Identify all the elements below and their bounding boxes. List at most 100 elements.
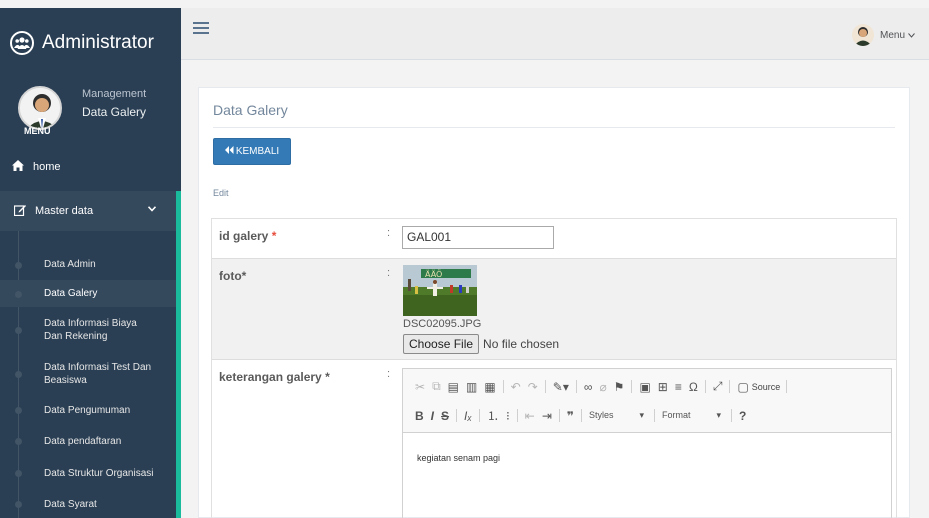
sidebar-item-label: Data Struktur Organisasi	[44, 467, 154, 479]
sidebar-item-data-syarat[interactable]: Data Syarat	[0, 489, 176, 518]
bold-icon[interactable]: B	[415, 409, 424, 423]
sidebar-item-data-pendaftaran[interactable]: Data pendaftaran	[0, 425, 176, 457]
current-file-name: DSC02095.JPG	[403, 318, 482, 330]
photo-thumbnail: ÄÄÖ	[403, 265, 477, 316]
horizontal-line-icon[interactable]: ≡	[675, 380, 682, 394]
outdent-icon[interactable]: ⇤	[525, 409, 535, 423]
editor-content[interactable]: kegiatan senam pagi	[403, 433, 891, 483]
bullet-icon	[15, 290, 22, 298]
users-icon	[10, 31, 34, 55]
sidebar-item-label: home	[33, 161, 61, 173]
link-icon[interactable]: ∞	[584, 380, 593, 394]
hamburger-icon[interactable]	[193, 22, 209, 34]
maximize-icon[interactable]: ⤢	[713, 379, 723, 394]
sidebar-item-label: Data Pengumuman	[44, 404, 131, 416]
italic-icon[interactable]: I	[431, 409, 434, 423]
sidebar-item-data-galery[interactable]: Data Galery	[0, 280, 176, 307]
file-status: No file chosen	[483, 337, 560, 351]
field-label: id galery *	[219, 229, 277, 243]
table-icon[interactable]: ⊞	[658, 380, 668, 394]
bullet-icon	[15, 371, 22, 378]
unlink-icon[interactable]: ⌀	[599, 380, 606, 394]
profile-name: Data Galery	[82, 105, 147, 119]
bullet-icon	[15, 501, 22, 508]
sidebar-item-label: Data Informasi Biaya Dan Rekening	[44, 318, 137, 342]
form-row-foto: foto* : ÄÄÖ DSC02095.JPG Choose File No …	[212, 259, 896, 360]
sidebar-item-master-data[interactable]: Master data	[0, 191, 181, 231]
chevron-down-icon	[147, 204, 157, 215]
double-left-icon	[224, 146, 234, 157]
toolbar-row-1: ✂ ⧉ ▤ ▥ ▦ ↶ ↷ ✎▾ ∞ ⌀ ⚑ ▣ ⊞ ≡ Ω ⤢ ▢ Sourc…	[415, 379, 794, 394]
styles-dropdown[interactable]: Styles ▾	[589, 410, 644, 421]
colon: :	[387, 267, 391, 279]
sidebar: Administrator MENU Management Data Galer…	[0, 8, 181, 518]
source-button[interactable]: Source	[752, 382, 781, 392]
menu-tag: MENU	[24, 126, 51, 136]
paste-text-icon[interactable]: ▥	[466, 380, 477, 394]
home-icon	[12, 160, 24, 174]
copy-icon[interactable]: ⧉	[432, 379, 441, 394]
master-data-submenu: Data Admin Data Galery Data Informasi Bi…	[0, 231, 181, 518]
indent-icon[interactable]: ⇥	[542, 409, 552, 423]
form-row-keterangan: keterangan galery * : ✂ ⧉ ▤ ▥ ▦ ↶ ↷ ✎▾ ∞…	[212, 360, 896, 518]
field-label: foto*	[219, 269, 247, 283]
spellcheck-icon[interactable]: ✎▾	[553, 380, 569, 394]
paste-word-icon[interactable]: ▦	[484, 380, 495, 394]
sidebar-item-label: Data pendaftaran	[44, 435, 122, 447]
divider	[213, 127, 895, 128]
image-icon[interactable]: ▣	[639, 380, 650, 394]
rich-text-editor: ✂ ⧉ ▤ ▥ ▦ ↶ ↷ ✎▾ ∞ ⌀ ⚑ ▣ ⊞ ≡ Ω ⤢ ▢ Sourc…	[402, 368, 892, 518]
sidebar-item-label: Data Informasi Test Dan Beasiswa	[44, 362, 152, 386]
format-dropdown[interactable]: Format ▾	[662, 410, 721, 421]
form-row-id: id galery * : GAL001	[212, 219, 896, 259]
sidebar-item-data-struktur[interactable]: Data Struktur Organisasi	[0, 457, 176, 489]
sidebar-item-label: Master data	[35, 205, 94, 217]
profile-role: Management	[82, 88, 147, 100]
anchor-flag-icon[interactable]: ⚑	[614, 380, 625, 394]
redo-icon[interactable]: ↷	[528, 380, 538, 394]
mode-label: Edit	[213, 188, 229, 198]
brand-title: Administrator	[42, 32, 154, 53]
file-picker: Choose File No file chosen	[403, 334, 559, 354]
strikethrough-icon[interactable]: S	[441, 409, 449, 423]
bullet-icon	[15, 470, 22, 477]
user-menu-label: Menu	[879, 29, 905, 41]
back-button-label: KEMBALI	[235, 146, 280, 157]
sidebar-item-label: Data Admin	[44, 259, 96, 270]
source-icon[interactable]: ▢	[737, 380, 748, 394]
undo-icon[interactable]: ↶	[511, 380, 521, 394]
blockquote-icon[interactable]: ❞	[567, 409, 574, 423]
bullet-icon	[15, 261, 22, 269]
svg-text:ÄÄÖ: ÄÄÖ	[425, 269, 442, 279]
user-menu[interactable]: Menu	[851, 24, 915, 46]
bullet-icon	[15, 327, 22, 334]
avatar	[18, 86, 62, 130]
bulleted-list-icon[interactable]: ⁝	[506, 409, 510, 423]
choose-file-button[interactable]: Choose File	[403, 334, 480, 354]
sidebar-brand[interactable]: Administrator	[0, 8, 181, 78]
chevron-down-icon: ▾	[716, 410, 722, 420]
sidebar-item-data-informasi-biaya[interactable]: Data Informasi Biaya Dan Rekening	[0, 307, 176, 353]
sidebar-item-home[interactable]: home	[0, 143, 181, 191]
sidebar-item-data-admin[interactable]: Data Admin	[0, 249, 176, 280]
sidebar-item-data-pengumuman[interactable]: Data Pengumuman	[0, 395, 176, 425]
chevron-down-icon	[908, 30, 915, 41]
help-icon[interactable]: ?	[739, 409, 746, 423]
bullet-icon	[15, 438, 22, 445]
field-label: keterangan galery *	[219, 370, 330, 384]
cut-icon[interactable]: ✂	[415, 380, 425, 394]
remove-format-icon[interactable]: Iₓ	[464, 409, 472, 423]
toolbar-row-2: B I S Iₓ ⒈ ⁝ ⇤ ⇥ ❞ Styles ▾ Format ▾ ?	[415, 407, 753, 424]
profile: MENU Management Data Galery	[0, 78, 181, 143]
sidebar-item-label: Data Syarat	[44, 498, 97, 510]
id-galery-input[interactable]: GAL001	[402, 226, 554, 249]
paste-icon[interactable]: ▤	[448, 380, 459, 394]
sidebar-item-data-informasi-test[interactable]: Data Informasi Test Dan Beasiswa	[0, 353, 176, 395]
numbered-list-icon[interactable]: ⒈	[487, 407, 499, 424]
chevron-down-icon: ▾	[639, 410, 644, 420]
back-button[interactable]: KEMBALI	[213, 138, 291, 165]
content-panel: Data Galery KEMBALI Edit id galery * : G…	[198, 87, 910, 518]
special-char-icon[interactable]: Ω	[689, 380, 698, 394]
editor-toolbar: ✂ ⧉ ▤ ▥ ▦ ↶ ↷ ✎▾ ∞ ⌀ ⚑ ▣ ⊞ ≡ Ω ⤢ ▢ Sourc…	[403, 369, 891, 433]
user-avatar	[851, 24, 874, 46]
